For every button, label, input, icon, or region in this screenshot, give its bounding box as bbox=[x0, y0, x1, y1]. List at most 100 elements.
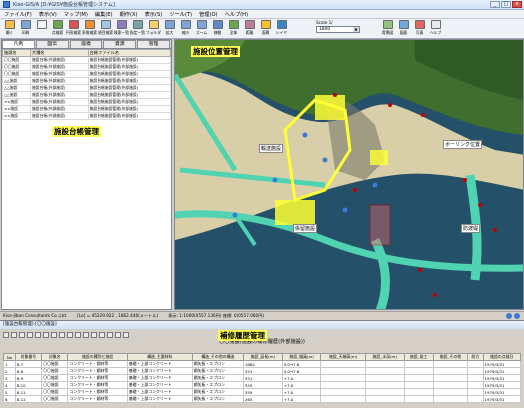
table-row[interactable]: 1 8-7 〇〇施設 コンクリート・鋼材等 基礎・上部コンクリート 鋼矢板・エプロン 186… bbox=[3, 360, 522, 368]
item-search-button[interactable]: 項目検索 bbox=[98, 20, 113, 36]
history-tool-icon[interactable] bbox=[75, 331, 81, 338]
history-tool-icon[interactable] bbox=[91, 331, 97, 338]
zoom-out-button[interactable]: 縮小 bbox=[178, 20, 193, 36]
measure-button[interactable]: 距離 bbox=[242, 20, 257, 36]
arrow-right-icon[interactable] bbox=[514, 313, 520, 319]
column-header[interactable]: 施設_竣工 bbox=[403, 353, 434, 361]
tab-0[interactable]: 凡例 bbox=[2, 40, 35, 48]
list-item[interactable]: ××施設 施設台帳(外部施設) 施設台帳施設管理(外部施設) bbox=[1, 105, 172, 113]
arrow-left-icon[interactable] bbox=[506, 313, 512, 319]
menu-item-3[interactable]: 編集(E) bbox=[95, 11, 113, 18]
column-header[interactable]: 施設_水深(m) bbox=[364, 353, 405, 361]
photo-button[interactable]: 写真 bbox=[412, 20, 427, 36]
list-header[interactable]: 施設名 bbox=[1, 49, 32, 57]
list-item[interactable]: ××施設 施設台帳(外部施設) 施設台帳施設管理(外部施設) bbox=[1, 98, 172, 106]
column-header[interactable]: 耐力 bbox=[467, 353, 484, 361]
close-button[interactable]: × bbox=[512, 1, 522, 8]
list-item[interactable]: △△施設 施設台帳(外部施設) 施設台帳施設管理(外部施設) bbox=[1, 84, 172, 92]
column-header[interactable]: 構造_主要材料 bbox=[126, 353, 193, 361]
list-item[interactable]: △△施設 施設台帳(外部施設) 施設台帳施設管理(外部施設) bbox=[1, 77, 172, 85]
history-tool-icon[interactable] bbox=[19, 331, 25, 338]
history-tool-icon[interactable] bbox=[43, 331, 49, 338]
menu-item-6[interactable]: ツール(T) bbox=[169, 11, 192, 18]
column-header[interactable]: 施設の点検日 bbox=[482, 353, 522, 361]
zoom-out-icon bbox=[180, 20, 191, 29]
help-button[interactable]: ヘルプ bbox=[428, 20, 443, 36]
table-row[interactable]: 5 8-11 〇〇施設 コンクリート・鋼材等 基礎・上部コンクリート 鋼矢板・エプロン 35… bbox=[3, 388, 522, 396]
table-row[interactable]: 4 8-10 〇〇施設 コンクリート・鋼材等 基礎・上部コンクリート 鋼矢板・エプロン 35… bbox=[3, 381, 522, 389]
history-tool-icon[interactable] bbox=[11, 331, 17, 338]
tab-2[interactable]: 座標 bbox=[69, 40, 103, 48]
background-map-button[interactable]: 背景図 bbox=[380, 20, 395, 36]
list-header[interactable]: 大種名 bbox=[30, 49, 89, 57]
list-item[interactable]: ××施設 施設台帳(外部施設) 施設台帳施設管理(外部施設) bbox=[1, 112, 172, 120]
drawing-button[interactable]: 図面 bbox=[396, 20, 411, 36]
area-button[interactable]: 面積 bbox=[258, 20, 273, 36]
column-header[interactable]: 施設の種別と施設 bbox=[67, 353, 128, 361]
pointer-button[interactable] bbox=[34, 20, 49, 30]
history-tool-icon[interactable] bbox=[123, 331, 129, 338]
table-row[interactable]: 6 8-12 〇〇施設 コンクリート・鋼材等 基礎・上部コンクリート 鋼矢板・エプロン 26… bbox=[3, 395, 522, 403]
column-header[interactable]: 施設_天端高(m) bbox=[320, 353, 366, 361]
history-tool-icon[interactable] bbox=[99, 331, 105, 338]
menu-item-4[interactable]: 期作(X) bbox=[120, 11, 138, 18]
menu-item-0[interactable]: ファイル(F) bbox=[4, 11, 32, 18]
zoom-in-button[interactable]: 拡大 bbox=[162, 20, 177, 36]
list-item[interactable]: 〇〇施設 施設台帳(外部施設) 施設台帳施設管理(外部施設) bbox=[1, 56, 172, 64]
list-cell: 施設台帳(外部施設) bbox=[30, 70, 89, 78]
polygon-search-button[interactable]: 多角検索 bbox=[82, 20, 97, 36]
column-header[interactable]: 構造_その他の構造 bbox=[191, 353, 244, 361]
list-item[interactable]: 〇〇施設 施設台帳(外部施設) 施設台帳施設管理(外部施設) bbox=[1, 70, 172, 78]
tab-1[interactable]: 図伝 bbox=[35, 40, 69, 48]
menu-item-5[interactable]: 表示(S) bbox=[145, 11, 163, 18]
layer-button[interactable]: レイヤ bbox=[274, 20, 289, 36]
full-extent-button[interactable]: 全体 bbox=[226, 20, 241, 36]
folder-button[interactable]: フォルダ bbox=[146, 20, 161, 36]
column-header[interactable]: 対象番号 bbox=[14, 353, 43, 361]
column-header[interactable]: 施設_幅員(m) bbox=[281, 353, 322, 361]
point-search-button[interactable]: 点検索 bbox=[50, 20, 65, 36]
table-row[interactable]: 2 8-8 〇〇施設 コンクリート・鋼材等 基礎・上部コンクリート 鋼矢板・エプロン 351… bbox=[3, 367, 522, 375]
scale-select[interactable]: 1800 ▼ bbox=[316, 26, 360, 33]
tab-3[interactable]: 資源 bbox=[103, 40, 137, 48]
history-tool-icon[interactable] bbox=[83, 331, 89, 338]
column-header[interactable]: 対象名 bbox=[41, 353, 69, 361]
table-row[interactable]: 3 8-9 〇〇施設 コンクリート・鋼材等 基礎・上部コンクリート 鋼矢板・エプロン 351… bbox=[3, 374, 522, 382]
result-list-button[interactable]: 検索一覧 bbox=[114, 20, 129, 36]
history-tool-icon[interactable] bbox=[59, 331, 65, 338]
maximize-button[interactable]: □ bbox=[501, 1, 511, 8]
repair-history-table: No 対象番号 対象名 施設の種別と施設 構造_主要材料 構造_その他の構造 施設_延長(m… bbox=[3, 353, 522, 403]
menu-item-7[interactable]: 管理(O) bbox=[199, 11, 218, 18]
column-header[interactable]: 施設_延長(m) bbox=[242, 353, 283, 361]
zoom-button[interactable]: ズーム bbox=[194, 20, 209, 36]
table-cell bbox=[432, 360, 469, 368]
selected-list-button[interactable]: 指定一覧 bbox=[130, 20, 145, 36]
list-item[interactable]: △△施設 施設台帳(外部施設) 施設台帳施設管理(外部施設) bbox=[1, 91, 172, 99]
history-tool-icon[interactable] bbox=[115, 331, 121, 338]
list-item[interactable]: 〇〇施設 施設台帳(外部施設) 施設台帳施設管理(外部施設) bbox=[1, 63, 172, 71]
menu-item-8[interactable]: ヘルプ(H) bbox=[225, 11, 249, 18]
menu-item-2[interactable]: マップ(M) bbox=[64, 11, 88, 18]
list-cell: 〇〇施設 bbox=[1, 56, 32, 64]
tab-4[interactable]: 管理 bbox=[137, 40, 170, 48]
column-header[interactable]: No bbox=[3, 353, 16, 361]
open-button[interactable]: 開く bbox=[2, 20, 17, 36]
drawing-icon bbox=[398, 20, 409, 29]
table-cell bbox=[320, 395, 366, 403]
table-cell: 〇〇施設 bbox=[41, 374, 69, 382]
minimize-button[interactable]: _ bbox=[490, 1, 500, 8]
list-header[interactable]: 台帳ファイル名 bbox=[87, 49, 172, 57]
history-tool-icon[interactable] bbox=[27, 331, 33, 338]
history-tool-icon[interactable] bbox=[67, 331, 73, 338]
aerial-map[interactable] bbox=[175, 40, 524, 310]
pan-button[interactable]: 移動 bbox=[210, 20, 225, 36]
circle-search-button[interactable]: 円形検索 bbox=[66, 20, 81, 36]
history-tool-icon[interactable] bbox=[107, 331, 113, 338]
map-view[interactable]: 施設位置管理 輸送施設 ボーリング位置 防波堤 係留施設 bbox=[174, 39, 524, 310]
history-tool-icon[interactable] bbox=[35, 331, 41, 338]
history-tool-icon[interactable] bbox=[51, 331, 57, 338]
history-tool-icon[interactable] bbox=[3, 331, 9, 338]
menu-item-1[interactable]: 表示(V) bbox=[39, 11, 57, 18]
column-header[interactable]: 施設_その他 bbox=[432, 353, 469, 361]
print-button[interactable]: 印刷 bbox=[18, 20, 33, 36]
